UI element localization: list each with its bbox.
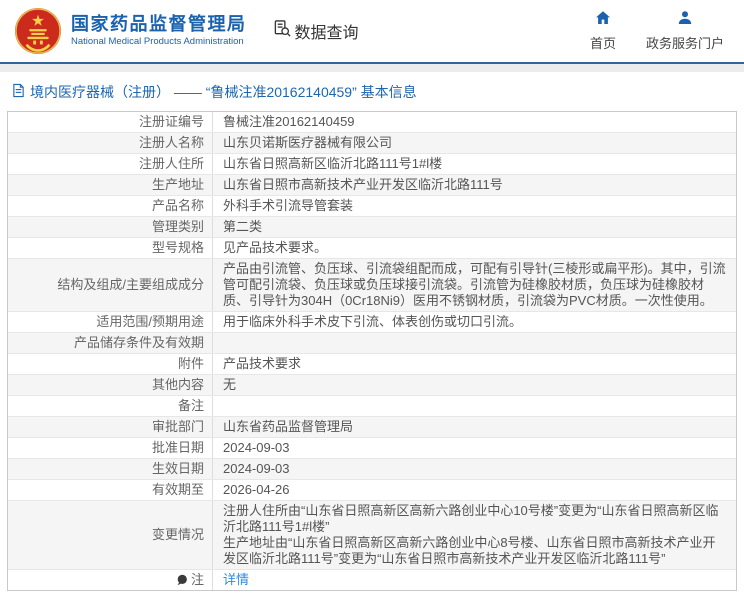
table-row: 变更情况 注册人住所由“山东省日照高新区高新六路创业中心10号楼”变更为“山东省… (8, 501, 736, 570)
row-value: 山东省药品监督管理局 (213, 417, 736, 437)
content-card: 境内医疗器械（注册） —— “鲁械注准20162140459” 基本信息 注册证… (0, 72, 744, 599)
row-value-text: 产品技术要求 (223, 356, 302, 371)
nav-item-label: 首页 (589, 36, 616, 51)
table-row: 生产地址 山东省日照市高新技术产业开发区临沂北路111号 (8, 175, 736, 196)
row-label: 生产地址 (8, 175, 213, 195)
registration-info-table: 注册证编号 鲁械注准20162140459 注册人名称 山东贝诺斯医疗器械有限公… (7, 111, 737, 591)
agency-title: 国家药品监督管理局 National Medical Products Admi… (71, 15, 247, 47)
agency-title-en: National Medical Products Administration (71, 36, 244, 48)
table-row: 批准日期 2024-09-03 (8, 438, 736, 459)
row-value: 外科手术引流导管套装 (213, 196, 736, 216)
row-value: 见产品技术要求。 (213, 238, 736, 258)
row-value-text: 2026-04-26 (223, 482, 290, 497)
row-value-text: 山东省药品监督管理局 (223, 419, 354, 434)
row-value-text: 2024-09-03 (223, 440, 290, 455)
row-label: 注册人名称 (8, 133, 213, 153)
row-value: 产品技术要求 (213, 354, 736, 374)
row-label: 审批部门 (8, 417, 213, 437)
breadcrumb-text: 境内医疗器械（注册） —— “鲁械注准20162140459” 基本信息 (30, 84, 417, 100)
row-label: 适用范围/预期用途 (8, 312, 213, 332)
data-query-label: 数据查询 (294, 25, 359, 42)
table-row: 产品储存条件及有效期 (8, 333, 736, 354)
row-value-text: 山东省日照市高新技术产业开发区临沂北路111号 (223, 177, 503, 192)
row-label: 注册人住所 (8, 154, 213, 174)
row-label: 结构及组成/主要组成成分 (8, 259, 213, 311)
row-value-text: 第二类 (223, 219, 263, 234)
row-value: 无 (213, 375, 736, 395)
table-row: 审批部门 山东省药品监督管理局 (8, 417, 736, 438)
row-value-text: 无 (223, 377, 237, 392)
table-row: 结构及组成/主要组成成分 产品由引流管、负压球、引流袋组配而成，可配有引导针(三… (8, 259, 736, 312)
row-value: 产品由引流管、负压球、引流袋组配而成，可配有引导针(三棱形或扁平形)。其中，引流… (213, 259, 736, 311)
document-icon (12, 83, 25, 101)
row-label: 型号规格 (8, 238, 213, 258)
table-row: 适用范围/预期用途 用于临床外科手术皮下引流、体表创伤或切口引流。 (8, 312, 736, 333)
top-nav: 首页 政务服务门户 (590, 10, 732, 52)
row-value-text: 用于临床外科手术皮下引流、体表创伤或切口引流。 (223, 314, 523, 329)
row-value: 山东贝诺斯医疗器械有限公司 (213, 133, 736, 153)
table-row: 型号规格 见产品技术要求。 (8, 238, 736, 259)
row-label: 管理类别 (8, 217, 213, 237)
row-label: 备注 (8, 396, 213, 416)
document-search-icon (273, 19, 292, 43)
table-row: 注册人名称 山东贝诺斯医疗器械有限公司 (8, 133, 736, 154)
row-label: 有效期至 (8, 480, 213, 500)
row-value-text: 2024-09-03 (223, 461, 290, 476)
row-label: 注 (8, 570, 213, 590)
table-row: 有效期至 2026-04-26 (8, 480, 736, 501)
note-balloon-icon (176, 574, 188, 586)
app-header: 国家药品监督管理局 National Medical Products Admi… (0, 0, 744, 64)
row-value: 山东省日照高新区临沂北路111号1#l楼 (213, 154, 736, 174)
row-value: 2026-04-26 (213, 480, 736, 500)
row-value-text: 产品由引流管、负压球、引流袋组配而成，可配有引导针(三棱形或扁平形)。其中，引流… (223, 261, 726, 308)
table-row: 生效日期 2024-09-03 (8, 459, 736, 480)
table-row: 其他内容 无 (8, 375, 736, 396)
row-value-text: 山东贝诺斯医疗器械有限公司 (223, 135, 393, 150)
data-query-tab[interactable]: 数据查询 (273, 19, 359, 43)
nav-item-label: 政务服务门户 (645, 36, 724, 51)
table-row: 备注 (8, 396, 736, 417)
row-value-text: 鲁械注准20162140459 (223, 114, 355, 129)
row-value: 用于临床外科手术皮下引流、体表创伤或切口引流。 (213, 312, 736, 332)
table-row: 管理类别 第二类 (8, 217, 736, 238)
breadcrumb: 境内医疗器械（注册） —— “鲁械注准20162140459” 基本信息 (0, 72, 744, 111)
table-row: 注册人住所 山东省日照高新区临沂北路111号1#l楼 (8, 154, 736, 175)
row-label: 产品名称 (8, 196, 213, 216)
row-value: 注册人住所由“山东省日照高新区高新六路创业中心10号楼”变更为“山东省日照高新区… (213, 501, 736, 569)
row-value: 第二类 (213, 217, 736, 237)
table-row: 产品名称 外科手术引流导管套装 (8, 196, 736, 217)
row-value-text: 外科手术引流导管套装 (223, 198, 354, 213)
row-label: 注册证编号 (8, 112, 213, 132)
national-emblem-logo (14, 7, 62, 55)
nav-item-home[interactable]: 首页 (590, 10, 616, 52)
home-icon (595, 10, 611, 29)
row-label: 生效日期 (8, 459, 213, 479)
table-row: 附件 产品技术要求 (8, 354, 736, 375)
row-value: 山东省日照市高新技术产业开发区临沂北路111号 (213, 175, 736, 195)
row-value: 详情 (213, 570, 736, 590)
detail-link[interactable]: 详情 (223, 572, 249, 587)
row-label-text: 注 (190, 572, 204, 587)
table-row: 注册证编号 鲁械注准20162140459 (8, 112, 736, 133)
nav-item-gov-portal[interactable]: 政务服务门户 (646, 10, 724, 52)
agency-title-cn: 国家药品监督管理局 (71, 14, 247, 35)
user-icon (677, 10, 693, 29)
row-value: 鲁械注准20162140459 (213, 112, 736, 132)
row-value-text: 注册人住所由“山东省日照高新区高新六路创业中心10号楼”变更为“山东省日照高新区… (223, 503, 719, 566)
row-value (213, 404, 736, 408)
table-row-note: 注 详情 (8, 570, 736, 590)
row-value-text: 见产品技术要求。 (223, 240, 328, 255)
row-value: 2024-09-03 (213, 459, 736, 479)
row-value-text: 山东省日照高新区临沂北路111号1#l楼 (223, 156, 443, 171)
row-label: 附件 (8, 354, 213, 374)
row-value: 2024-09-03 (213, 438, 736, 458)
row-label: 变更情况 (8, 501, 213, 569)
row-label: 其他内容 (8, 375, 213, 395)
row-label: 批准日期 (8, 438, 213, 458)
row-label: 产品储存条件及有效期 (8, 333, 213, 353)
row-value (213, 341, 736, 345)
